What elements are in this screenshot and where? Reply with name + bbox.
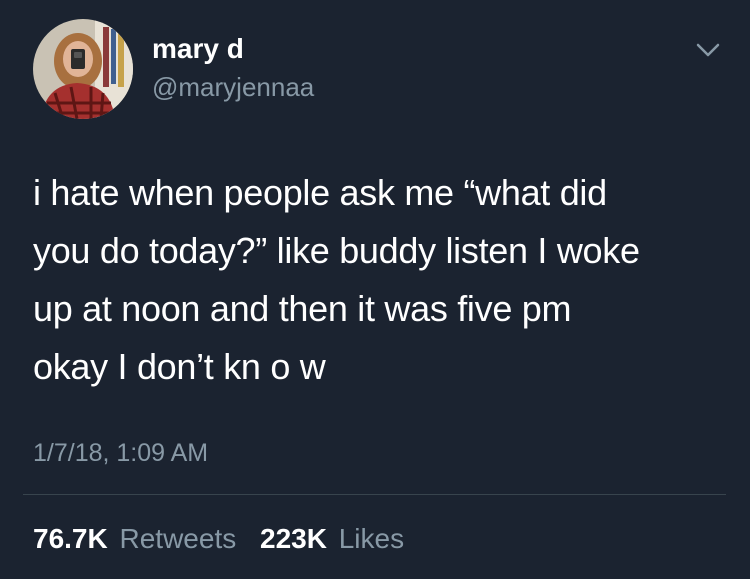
likes-count: 223K bbox=[260, 523, 327, 554]
chevron-down-icon[interactable] bbox=[693, 38, 723, 62]
tweet-text-line: i hate when people ask me “what did bbox=[33, 172, 607, 213]
tweet-stats: 76.7K Retweets 223K Likes bbox=[33, 523, 420, 555]
tweet-text: i hate when people ask me “what did you … bbox=[33, 164, 733, 396]
retweets-stat[interactable]: 76.7K Retweets bbox=[33, 523, 236, 555]
avatar[interactable] bbox=[33, 19, 133, 119]
retweets-count: 76.7K bbox=[33, 523, 108, 554]
tweet-text-line: you do today?” like buddy listen I woke bbox=[33, 230, 640, 271]
retweets-label: Retweets bbox=[119, 523, 237, 554]
divider bbox=[23, 494, 726, 495]
tweet-timestamp[interactable]: 1/7/18, 1:09 AM bbox=[33, 438, 208, 468]
user-handle[interactable]: @maryjennaa bbox=[152, 72, 314, 102]
tweet-text-line: okay I don’t kn o w bbox=[33, 346, 326, 387]
profile-photo-icon bbox=[33, 19, 133, 119]
tweet-text-line: up at noon and then it was five pm bbox=[33, 288, 572, 329]
likes-label: Likes bbox=[338, 523, 405, 554]
likes-stat[interactable]: 223K Likes bbox=[260, 523, 404, 555]
display-name[interactable]: mary d bbox=[152, 33, 244, 65]
tweet-card: mary d @maryjennaa i hate when people as… bbox=[0, 0, 750, 579]
